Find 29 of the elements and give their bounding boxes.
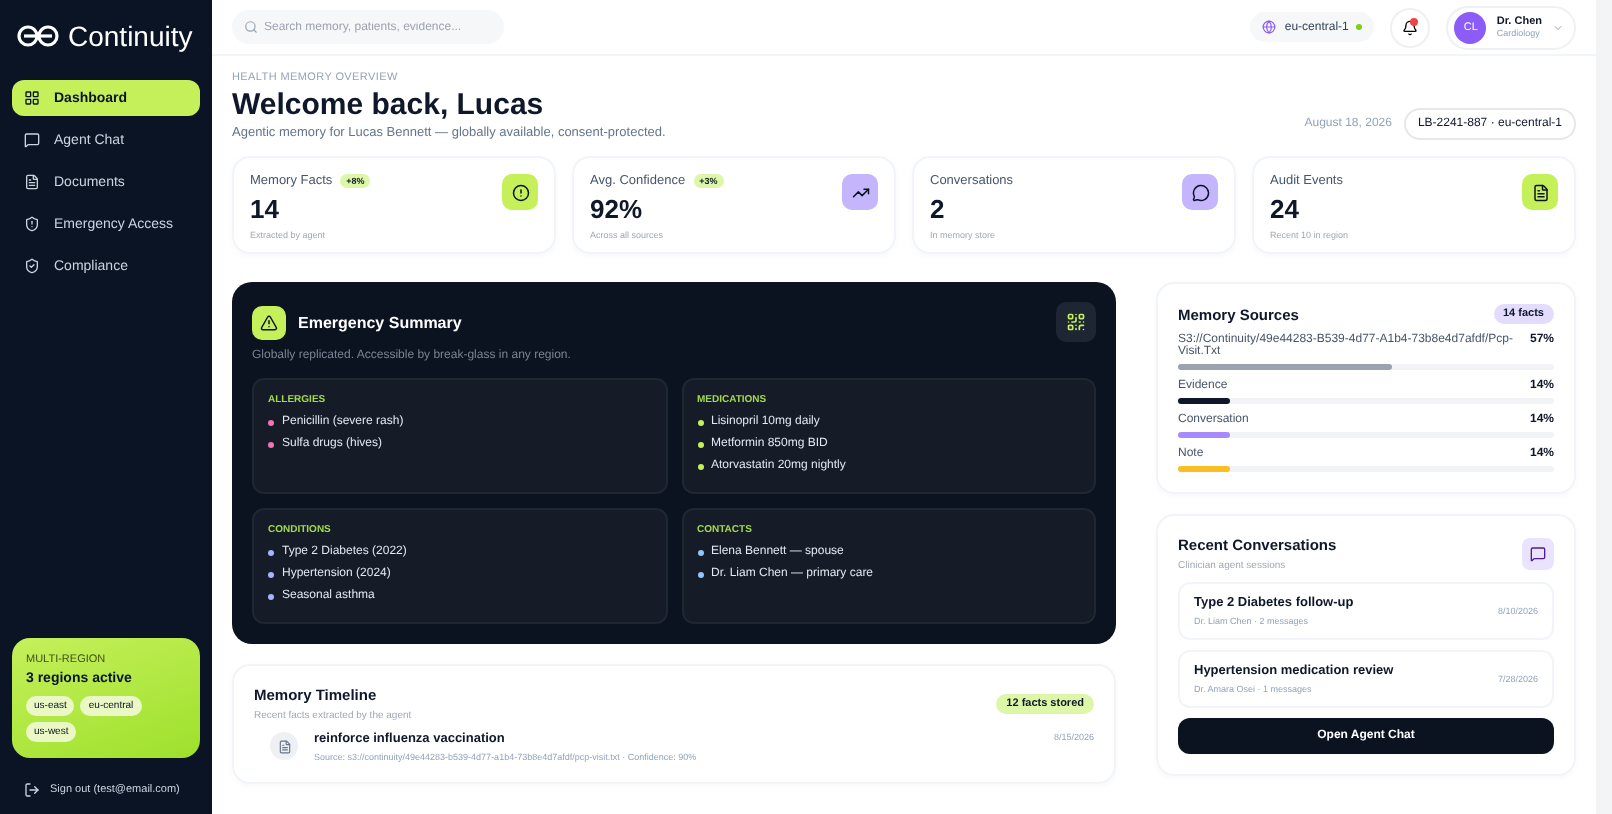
notifications-button[interactable] (1390, 7, 1431, 47)
brand-name: Continuity (68, 20, 193, 52)
qr-code-button[interactable] (1056, 302, 1096, 342)
globe-icon (1262, 20, 1277, 34)
document-icon (1531, 183, 1549, 201)
emergency-title: Emergency Summary (298, 313, 462, 331)
document-icon (270, 732, 298, 760)
stat-value: 14 (250, 194, 281, 224)
document-icon (24, 174, 40, 190)
logout-icon (24, 782, 40, 798)
stat-value: 2 (930, 194, 947, 224)
shield-check-icon (24, 258, 40, 274)
chat-icon (1191, 183, 1209, 201)
qr-code-icon (1066, 312, 1086, 332)
logo-icon (16, 24, 60, 48)
trend-icon (851, 183, 869, 201)
stat-value: 24 (1270, 194, 1301, 224)
warning-icon (252, 305, 286, 339)
search-icon (244, 20, 258, 34)
chevron-down-icon (1552, 21, 1564, 33)
chat-icon (1522, 538, 1554, 570)
shield-alert-icon (24, 216, 40, 232)
page-title: Welcome back, Lucas (232, 88, 546, 122)
chat-icon (24, 132, 40, 148)
grid-icon (24, 90, 40, 106)
stat-value: 92% (590, 194, 645, 224)
bell-icon (1402, 19, 1419, 35)
status-dot (1356, 24, 1363, 30)
alert-circle-icon (511, 183, 529, 201)
